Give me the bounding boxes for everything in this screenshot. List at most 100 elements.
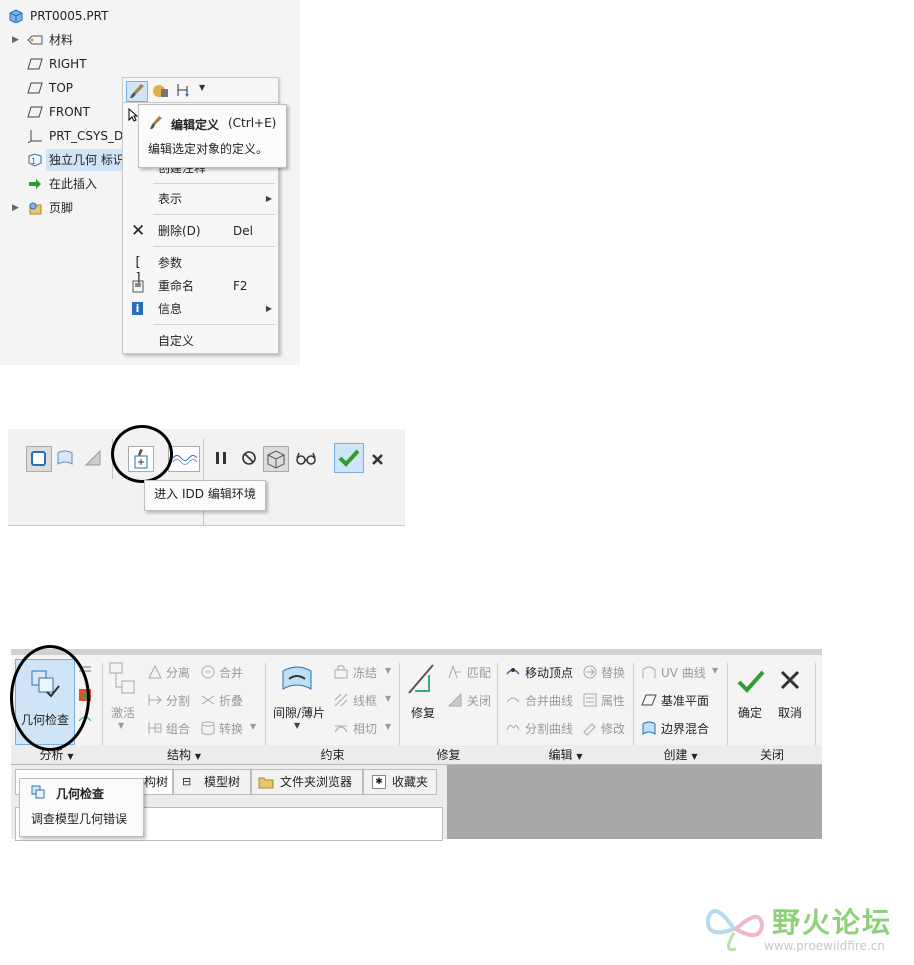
favorites-star-icon: ✱	[372, 775, 386, 789]
edit-definition-button[interactable]	[126, 81, 148, 102]
activate-icon	[109, 662, 135, 694]
split-icon	[148, 694, 162, 706]
replace-icon	[583, 665, 597, 679]
menu-separator	[153, 324, 275, 325]
boundary-blend-icon	[642, 721, 656, 735]
menu-item-customize[interactable]: 自定义	[123, 330, 278, 352]
tree-item-label: 页脚	[49, 201, 74, 215]
convert-icon	[201, 721, 215, 735]
dropdown-arrow-icon[interactable]: ▼	[250, 722, 256, 731]
move-vertex-icon	[506, 668, 520, 675]
group-label-constraint: 约束	[320, 748, 345, 762]
gap-sheet-icon	[282, 666, 312, 690]
check-icon[interactable]	[735, 665, 767, 697]
brush-icon	[130, 84, 144, 99]
csys-icon	[27, 130, 42, 143]
footer-icon	[29, 202, 42, 215]
fold-icon	[201, 695, 215, 705]
mini-toolbar: ▼	[122, 77, 279, 104]
surface-icon	[57, 450, 73, 465]
geometry-preview-button[interactable]	[263, 446, 289, 472]
dropdown-arrow-icon[interactable]: ▼	[385, 694, 391, 703]
reroute-icon	[177, 84, 189, 97]
modify-icon	[583, 723, 596, 736]
glasses-icon	[296, 452, 316, 465]
tree-item-label: 在此插入	[49, 177, 98, 191]
dropdown-arrow-icon[interactable]: ▼	[199, 83, 205, 92]
tab-folder-browser[interactable]: 文件夹浏览器	[251, 769, 363, 795]
brush-icon	[150, 116, 162, 130]
pause-button[interactable]	[210, 446, 234, 470]
surface-filter-button[interactable]	[53, 446, 77, 470]
shaded-sphere-icon	[153, 85, 168, 97]
idd-toolbar	[8, 429, 405, 526]
cube-outline-icon	[31, 451, 46, 466]
dropdown-arrow-icon[interactable]: ▼	[385, 666, 391, 675]
close-x-icon	[372, 454, 383, 465]
solid-filter-button[interactable]	[26, 446, 52, 472]
menu-item-parameters[interactable]: [ ] 参数	[123, 252, 278, 286]
menu-item-represent[interactable]: 表示 ▶	[123, 188, 278, 210]
expand-arrow-icon[interactable]: ▶	[12, 29, 22, 51]
mouse-cursor-icon	[128, 108, 138, 122]
tab-favorites[interactable]: ✱ 收藏夹	[363, 769, 437, 795]
folder-icon	[258, 777, 274, 789]
wave-curve-icon	[172, 455, 198, 465]
plane-filter-button[interactable]	[81, 446, 105, 470]
tab-model-tree[interactable]: ⊟ 模型树	[173, 769, 251, 795]
group-label-repair: 修复	[436, 748, 461, 762]
edit-definition-tooltip: 编辑定义 (Ctrl+E) 编辑选定对象的定义。	[138, 104, 287, 168]
menu-item-rename[interactable]: 重命名 F2	[123, 275, 278, 297]
dropdown-arrow-icon[interactable]: ▼	[294, 721, 300, 730]
tree-row-material[interactable]: ▶ 材料	[0, 29, 300, 51]
delete-x-icon: ✕	[131, 221, 146, 241]
datum-plane-icon	[27, 58, 43, 70]
close-gap-icon	[447, 692, 462, 707]
freeze-icon	[334, 665, 348, 679]
tree-item-label: RIGHT	[49, 57, 87, 71]
group-label-create[interactable]: 创建 ▼	[634, 746, 727, 764]
expand-arrow-icon[interactable]: ▶	[12, 197, 22, 219]
tangent-icon	[334, 725, 348, 733]
insert-here-arrow-icon	[29, 179, 41, 189]
submenu-arrow-icon: ▶	[265, 194, 272, 203]
watermark: 野火论坛 www.proewildfire.cn	[700, 895, 910, 960]
datum-plane-icon	[27, 82, 43, 94]
tree-item-label: 独立几何 标识	[46, 149, 128, 171]
geometry-check-icon	[31, 785, 45, 799]
dropdown-arrow-icon[interactable]: ▼	[385, 722, 391, 731]
dropdown-arrow-icon[interactable]: ▼	[712, 666, 718, 675]
model-tree-panel: PRT0005.PRT ▶ 材料 RIGHT TOP FRONT PRT_CSY…	[0, 0, 300, 365]
info-icon: i	[132, 302, 143, 315]
group-label-edit[interactable]: 编辑 ▼	[498, 746, 633, 764]
no-button[interactable]	[237, 446, 261, 470]
svg-text:1: 1	[31, 157, 36, 166]
check-icon	[338, 449, 360, 467]
enter-idd-tooltip: 进入 IDD 编辑环境	[144, 480, 266, 511]
menu-item-info[interactable]: i 信息 ▶	[123, 298, 278, 320]
part-icon	[9, 9, 23, 23]
watermark-name: 野火论坛	[772, 906, 893, 939]
highlight-circle	[111, 425, 173, 483]
wireframe-icon	[334, 693, 348, 707]
preview-glasses-button[interactable]	[294, 446, 318, 470]
tree-item-label: 材料	[49, 33, 74, 47]
menu-separator	[153, 214, 275, 215]
reroute-button[interactable]	[175, 81, 195, 100]
rename-icon	[132, 280, 144, 293]
menu-item-delete[interactable]: ✕ 删除(D) Del	[123, 220, 278, 242]
material-icon	[27, 35, 43, 45]
highlight-circle	[10, 645, 90, 751]
close-x-icon[interactable]	[777, 667, 803, 693]
geometry-check-tooltip: 几何检查 调查模型几何错误	[19, 778, 144, 837]
tooltip-description: 调查模型几何错误	[31, 812, 128, 826]
group-label-structure[interactable]: 结构 ▼	[103, 746, 265, 764]
cancel-button[interactable]	[366, 446, 390, 470]
combine-icon	[148, 722, 162, 734]
tree-row-right[interactable]: RIGHT	[0, 53, 300, 75]
dropdown-arrow-icon[interactable]: ▼	[118, 721, 124, 730]
edit-button[interactable]	[151, 81, 171, 100]
match-icon	[448, 664, 461, 679]
tree-row-part[interactable]: PRT0005.PRT	[0, 5, 300, 27]
confirm-button[interactable]	[334, 443, 364, 473]
